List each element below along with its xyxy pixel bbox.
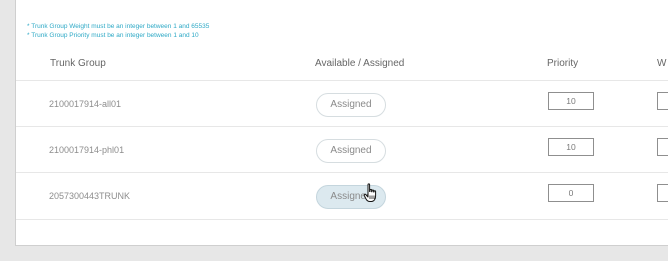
column-header-weight: W: [657, 58, 667, 69]
validation-notes: * Trunk Group Weight must be an integer …: [27, 22, 209, 40]
table-row: 2100017914-all01 Assigned 10: [16, 80, 668, 127]
column-header-available-assigned: Available / Assigned: [315, 58, 405, 69]
table-row: 2100017914-phl01 Assigned 10: [16, 126, 668, 173]
priority-rule-note: * Trunk Group Priority must be an intege…: [27, 32, 199, 39]
column-header-priority: Priority: [547, 58, 579, 69]
priority-input[interactable]: 0: [548, 184, 594, 202]
assigned-toggle-button[interactable]: Assigned: [316, 139, 386, 163]
weight-rule-note: * Trunk Group Weight must be an integer …: [27, 23, 210, 30]
trunk-group-name: 2057300443TRUNK: [49, 191, 131, 201]
priority-input[interactable]: 10: [548, 138, 594, 156]
weight-input[interactable]: [657, 92, 668, 110]
weight-input[interactable]: [657, 184, 668, 202]
column-header-trunk-group: Trunk Group: [50, 58, 106, 69]
hand-pointer-icon: [363, 183, 377, 202]
trunk-group-name: 2100017914-phl01: [49, 145, 125, 155]
table-header: Trunk Group Available / Assigned Priorit…: [0, 54, 668, 74]
assigned-toggle-button[interactable]: Assigned: [316, 93, 386, 117]
table-row: 2057300443TRUNK Assigned 0: [16, 172, 668, 220]
trunk-group-name: 2100017914-all01: [49, 99, 122, 109]
weight-input[interactable]: [657, 138, 668, 156]
priority-input[interactable]: 10: [548, 92, 594, 110]
